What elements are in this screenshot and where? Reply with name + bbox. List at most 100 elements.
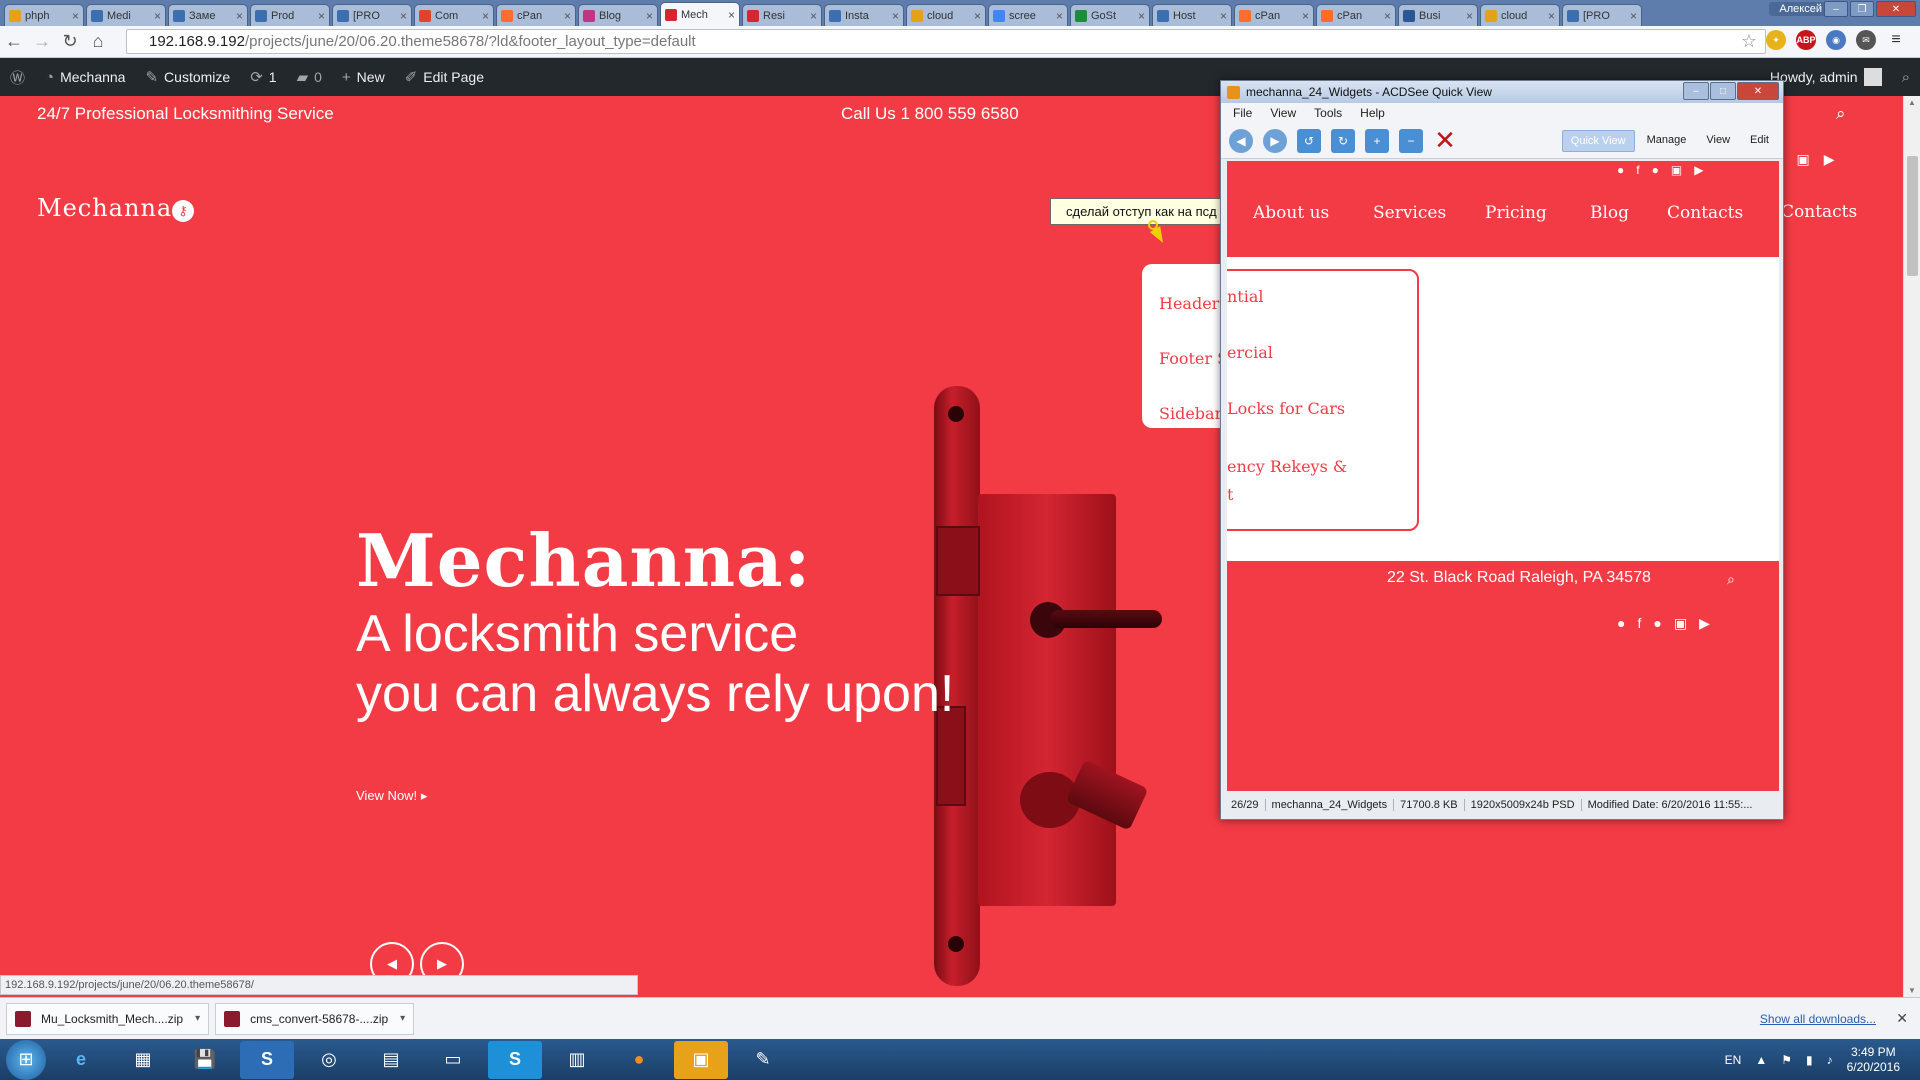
wp-updates[interactable]: ⟳ 1 bbox=[240, 58, 286, 96]
acdsee-maximize-button[interactable]: □ bbox=[1710, 82, 1736, 100]
browser-tab[interactable]: cPan × bbox=[1316, 4, 1396, 26]
scrollbar-thumb[interactable] bbox=[1907, 156, 1918, 276]
browser-tab[interactable]: cloud × bbox=[1480, 4, 1560, 26]
paint-icon[interactable]: ✎ bbox=[736, 1041, 790, 1079]
browser-tab[interactable]: Host × bbox=[1152, 4, 1232, 26]
start-button[interactable]: ⊞ bbox=[6, 1039, 46, 1080]
clock[interactable]: 3:49 PM 6/20/2016 bbox=[1847, 1045, 1900, 1075]
acdsee-close-button[interactable]: ✕ bbox=[1737, 82, 1779, 100]
youtube-icon[interactable]: ▶ bbox=[1824, 151, 1835, 168]
mode-view[interactable]: View bbox=[1698, 130, 1738, 152]
globe-extension-icon[interactable]: ◉ bbox=[1826, 30, 1846, 50]
chevron-down-icon[interactable]: ▾ bbox=[195, 1013, 200, 1024]
wp-customize[interactable]: ✎ Customize bbox=[135, 58, 240, 96]
acdsee-taskbar-icon[interactable]: ▣ bbox=[674, 1040, 728, 1079]
network-icon[interactable]: ▮ bbox=[1806, 1053, 1813, 1067]
tab-close-icon[interactable]: × bbox=[1220, 9, 1227, 23]
extension-icon[interactable]: ✦ bbox=[1766, 30, 1786, 50]
bookmark-star-icon[interactable]: ☆ bbox=[1741, 31, 1757, 52]
menu-icon[interactable]: ≡ bbox=[1886, 30, 1906, 50]
tab-close-icon[interactable]: × bbox=[72, 9, 79, 23]
wp-site-name[interactable]: ◔ Mechanna bbox=[35, 58, 135, 96]
browser-tab[interactable]: Prod × bbox=[250, 4, 330, 26]
scroll-up-icon[interactable]: ▲ bbox=[1908, 98, 1916, 107]
mode-quick-view[interactable]: Quick View bbox=[1561, 130, 1635, 152]
acdsee-image-preview[interactable]: ● f ● ▣ ▶ About us Services Pricing Blog… bbox=[1227, 161, 1779, 791]
flag-icon[interactable]: ⚑ bbox=[1781, 1053, 1792, 1067]
browser-tab[interactable]: [PRO × bbox=[1562, 4, 1642, 26]
browser-tab[interactable]: Insta × bbox=[824, 4, 904, 26]
scroll-down-icon[interactable]: ▼ bbox=[1908, 986, 1916, 995]
tab-close-icon[interactable]: × bbox=[1548, 9, 1555, 23]
address-bar[interactable]: 192.168.9.192/projects/june/20/06.20.the… bbox=[126, 29, 1766, 54]
show-all-downloads-link[interactable]: Show all downloads... bbox=[1760, 1012, 1876, 1026]
menu-tools[interactable]: Tools bbox=[1314, 106, 1342, 120]
tab-close-icon[interactable]: × bbox=[236, 9, 243, 23]
mail-icon[interactable]: ✉ bbox=[1856, 30, 1876, 50]
site-logo[interactable]: Mechanna bbox=[37, 194, 172, 222]
tab-close-icon[interactable]: × bbox=[1302, 9, 1309, 23]
browser-tab[interactable]: Mech × bbox=[660, 2, 740, 26]
browser-tab[interactable]: Medi × bbox=[86, 4, 166, 26]
browser-tab[interactable]: Resi × bbox=[742, 4, 822, 26]
zoom-in-icon[interactable]: + bbox=[1365, 128, 1389, 153]
restore-button[interactable]: ❐ bbox=[1850, 1, 1874, 17]
firefox-icon[interactable]: ● bbox=[612, 1041, 666, 1079]
acdsee-titlebar[interactable]: mechanna_24_Widgets - ACDSee Quick View … bbox=[1221, 81, 1783, 103]
reload-icon[interactable]: ↻ bbox=[56, 28, 84, 56]
previous-image-icon[interactable]: ◀ bbox=[1229, 128, 1253, 153]
browser-tab[interactable]: cloud × bbox=[906, 4, 986, 26]
language-indicator[interactable]: EN bbox=[1725, 1053, 1742, 1067]
tab-close-icon[interactable]: × bbox=[974, 9, 981, 23]
submenu-item-header[interactable]: Header bbox=[1159, 294, 1219, 313]
tab-close-icon[interactable]: × bbox=[810, 9, 817, 23]
tab-close-icon[interactable]: × bbox=[646, 9, 653, 23]
tray-expand-icon[interactable]: ▲ bbox=[1755, 1053, 1767, 1067]
s-app-icon[interactable]: S bbox=[240, 1040, 294, 1079]
wp-logo-icon[interactable]: Ⓦ bbox=[0, 58, 35, 96]
rotate-right-icon[interactable]: ↻ bbox=[1331, 128, 1355, 153]
acdsee-minimize-button[interactable]: – bbox=[1683, 82, 1709, 100]
save-disk-icon[interactable]: 💾 bbox=[178, 1041, 232, 1079]
volume-icon[interactable]: ♪ bbox=[1827, 1053, 1833, 1067]
tab-close-icon[interactable]: × bbox=[318, 9, 325, 23]
browser-tab[interactable]: Busi × bbox=[1398, 4, 1478, 26]
tab-close-icon[interactable]: × bbox=[1630, 9, 1637, 23]
rotate-left-icon[interactable]: ↺ bbox=[1297, 128, 1321, 153]
wp-new[interactable]: + New bbox=[332, 58, 395, 96]
browser-tab[interactable]: scree × bbox=[988, 4, 1068, 26]
tab-close-icon[interactable]: × bbox=[1056, 9, 1063, 23]
winrar-icon[interactable]: ▥ bbox=[550, 1041, 604, 1079]
skype-icon[interactable]: S bbox=[488, 1040, 542, 1079]
browser-tab[interactable]: cPan × bbox=[496, 4, 576, 26]
tab-close-icon[interactable]: × bbox=[154, 9, 161, 23]
zoom-out-icon[interactable]: − bbox=[1399, 128, 1423, 153]
next-image-icon[interactable]: ▶ bbox=[1263, 128, 1287, 153]
tab-close-icon[interactable]: × bbox=[564, 9, 571, 23]
tab-close-icon[interactable]: × bbox=[400, 9, 407, 23]
minimize-button[interactable]: – bbox=[1824, 1, 1848, 17]
tab-close-icon[interactable]: × bbox=[1466, 9, 1473, 23]
sublime-icon[interactable]: ▤ bbox=[364, 1041, 418, 1079]
browser-tab[interactable]: phph × bbox=[4, 4, 84, 26]
page-scrollbar[interactable]: ▲ ▼ bbox=[1903, 96, 1920, 997]
download-item[interactable]: cms_convert-58678-....zip ▾ bbox=[215, 1002, 415, 1035]
adblock-icon[interactable]: ABP bbox=[1796, 30, 1816, 50]
wp-comments[interactable]: ▰ 0 bbox=[287, 58, 332, 96]
browser-tab[interactable]: [PRO × bbox=[332, 4, 412, 26]
browser-tab[interactable]: cPan × bbox=[1234, 4, 1314, 26]
browser-tab[interactable]: GoSt × bbox=[1070, 4, 1150, 26]
ie-icon[interactable]: e bbox=[54, 1041, 108, 1079]
mode-manage[interactable]: Manage bbox=[1639, 130, 1695, 152]
menu-help[interactable]: Help bbox=[1360, 106, 1385, 120]
tab-close-icon[interactable]: × bbox=[728, 8, 735, 22]
nav-contacts[interactable]: Contacts bbox=[1781, 202, 1857, 222]
wp-search-icon[interactable]: ⌕ bbox=[1892, 58, 1920, 96]
home-icon[interactable]: ⌂ bbox=[84, 28, 112, 56]
close-window-button[interactable]: ✕ bbox=[1876, 1, 1916, 17]
tab-close-icon[interactable]: × bbox=[482, 9, 489, 23]
folder-icon[interactable]: ▭ bbox=[426, 1041, 480, 1079]
back-icon[interactable]: ← bbox=[0, 28, 28, 56]
search-icon[interactable]: ⌕ bbox=[1836, 104, 1846, 124]
chrome-icon[interactable]: ◎ bbox=[302, 1041, 356, 1079]
